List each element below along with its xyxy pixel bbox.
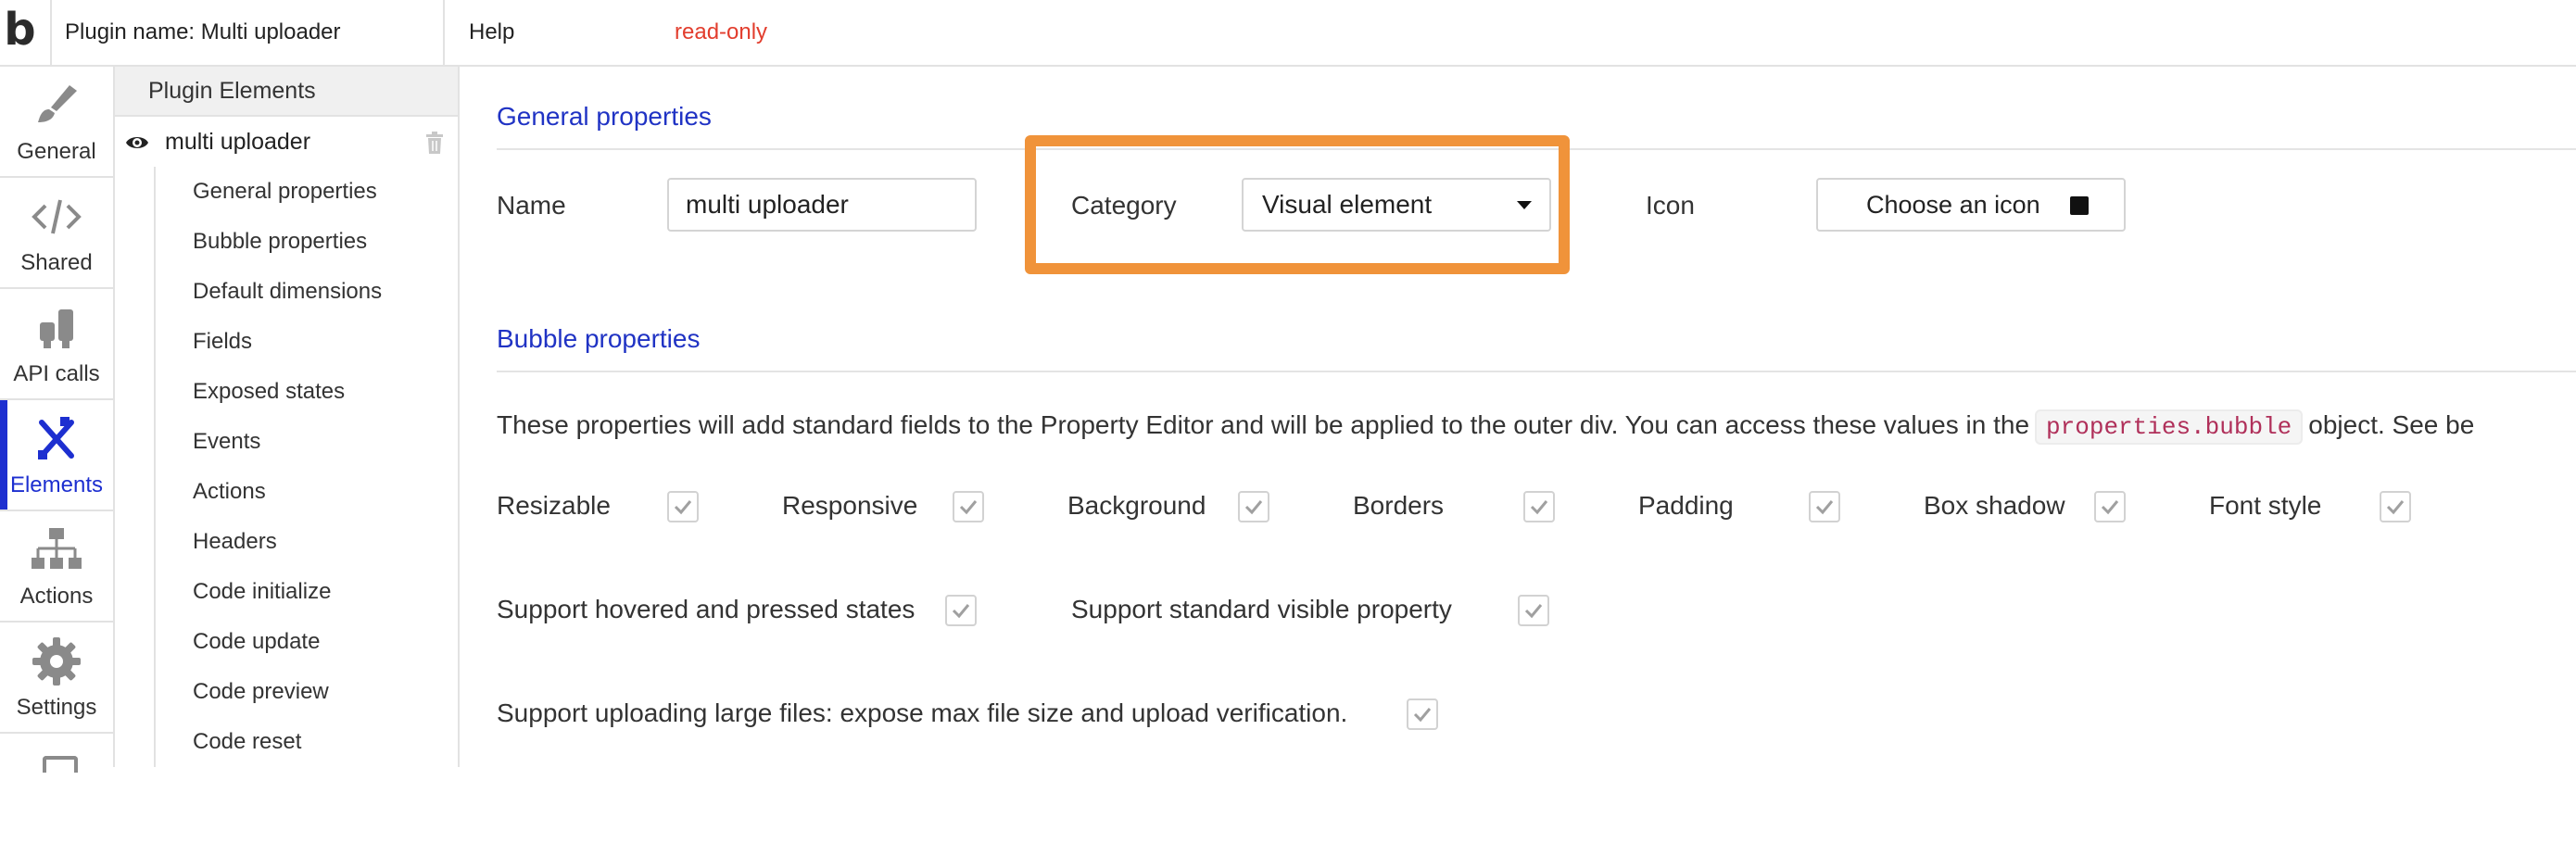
check-icon <box>1244 500 1263 515</box>
nav-label-general: General <box>17 139 96 164</box>
resizable-checkbox[interactable] <box>667 491 699 522</box>
brush-icon <box>0 78 113 135</box>
nav-item-settings[interactable]: Settings <box>0 623 113 734</box>
choose-icon-button[interactable]: Choose an icon <box>1816 178 2126 232</box>
top-bar: .b Plugin name: Multi uploader Help read… <box>0 0 2576 67</box>
description-text: These properties will add standard field… <box>497 410 2030 439</box>
background-label: Background <box>1067 491 1206 520</box>
general-properties-title: General properties <box>497 102 712 131</box>
name-label: Name <box>497 191 566 220</box>
plugin-elements-header: Plugin Elements <box>115 67 458 117</box>
icon-label: Icon <box>1646 191 1695 220</box>
padding-checkbox[interactable] <box>1809 491 1840 522</box>
category-selected-value: Visual element <box>1262 190 1433 219</box>
square-icon <box>2070 196 2089 215</box>
large-files-label: Support uploading large files: expose ma… <box>497 698 1348 727</box>
bubble-properties-description: These properties will add standard field… <box>497 409 2474 445</box>
visible-property-checkbox[interactable] <box>1518 595 1549 626</box>
font-style-checkbox[interactable] <box>2380 491 2411 522</box>
check-icon <box>674 500 692 515</box>
tree-item-events[interactable]: Events <box>193 417 260 467</box>
tree-item-default-dimensions[interactable]: Default dimensions <box>193 267 382 317</box>
gear-icon <box>0 634 113 691</box>
tree-item-actions[interactable]: Actions <box>193 467 266 517</box>
responsive-checkbox[interactable] <box>953 491 984 522</box>
name-input[interactable] <box>667 178 977 232</box>
borders-checkbox[interactable] <box>1523 491 1555 522</box>
nav-item-general[interactable]: General <box>0 67 113 178</box>
responsive-label: Responsive <box>782 491 918 520</box>
topbar-divider <box>443 0 445 65</box>
nav-item-elements[interactable]: Elements <box>0 400 113 511</box>
font-style-label: Font style <box>2209 491 2322 520</box>
plugin-name-title: Plugin name: Multi uploader <box>65 19 341 44</box>
nav-label-settings: Settings <box>16 695 97 720</box>
visible-property-label: Support standard visible property <box>1071 595 1452 623</box>
tree-item-exposed-states[interactable]: Exposed states <box>193 367 345 417</box>
trash-icon[interactable] <box>424 132 445 154</box>
help-link[interactable]: Help <box>469 0 514 65</box>
nav-label-api-calls: API calls <box>13 361 100 386</box>
check-icon <box>1413 708 1432 723</box>
tree-item-bubble-properties[interactable]: Bubble properties <box>193 217 367 267</box>
check-icon <box>1530 500 1548 515</box>
main-content: General properties Name Category Visual … <box>460 67 2576 767</box>
check-icon <box>2386 500 2405 515</box>
workflow-icon <box>0 522 113 580</box>
tree-item-code-update[interactable]: Code update <box>193 617 320 667</box>
read-only-badge: read-only <box>675 19 768 44</box>
tree-item-code-reset[interactable]: Code reset <box>193 717 301 767</box>
description-text-end: object. See be <box>2308 410 2475 439</box>
nav-item-actions[interactable]: Actions <box>0 511 113 623</box>
logo-text: .b <box>0 4 36 56</box>
nav-label-actions: Actions <box>19 584 94 609</box>
tree-item-headers[interactable]: Headers <box>193 517 277 567</box>
bubble-logo[interactable]: .b <box>0 0 52 65</box>
check-icon <box>1815 500 1834 515</box>
elements-icon <box>0 411 113 469</box>
tree-element-multi-uploader[interactable]: multi uploader <box>115 117 458 167</box>
tree-item-code-initialize[interactable]: Code initialize <box>193 567 331 617</box>
plugin-elements-title: Plugin Elements <box>148 78 316 104</box>
borders-label: Borders <box>1353 491 1445 520</box>
left-icon-nav: General Shared API calls Elements Action… <box>0 67 115 773</box>
check-icon <box>1524 604 1543 619</box>
large-files-checkbox[interactable] <box>1407 698 1438 730</box>
check-icon <box>952 604 970 619</box>
nav-label-elements: Elements <box>9 472 104 497</box>
choose-icon-label: Choose an icon <box>1866 191 2040 219</box>
hovered-pressed-label: Support hovered and pressed states <box>497 595 915 623</box>
nav-item-shared[interactable]: Shared <box>0 178 113 289</box>
properties-bubble-code: properties.bubble <box>2035 409 2304 445</box>
nav-label-shared: Shared <box>20 250 93 275</box>
plugin-elements-panel: Plugin Elements multi uploader General p… <box>115 67 460 767</box>
section-divider <box>497 371 2576 372</box>
caret-down-icon <box>1517 201 1532 209</box>
tree-item-code-preview[interactable]: Code preview <box>193 667 329 717</box>
check-icon <box>959 500 978 515</box>
box-shadow-checkbox[interactable] <box>2094 491 2126 522</box>
plug-icon <box>0 300 113 358</box>
bubble-properties-title: Bubble properties <box>497 324 701 353</box>
eye-icon[interactable] <box>124 130 150 156</box>
tree-item-general-properties[interactable]: General properties <box>193 167 377 217</box>
check-icon <box>2101 500 2119 515</box>
category-label: Category <box>1071 191 1177 220</box>
resizable-label: Resizable <box>497 491 611 520</box>
padding-label: Padding <box>1638 491 1734 520</box>
nav-item-more[interactable] <box>0 734 113 843</box>
tree-element-label: multi uploader <box>165 129 311 155</box>
nav-item-api-calls[interactable]: API calls <box>0 289 113 400</box>
tree-guide-line <box>154 167 156 767</box>
hovered-pressed-checkbox[interactable] <box>945 595 977 626</box>
box-shadow-label: Box shadow <box>1924 491 2065 520</box>
category-dropdown[interactable]: Visual element <box>1242 178 1551 232</box>
background-checkbox[interactable] <box>1238 491 1269 522</box>
more-icon <box>43 756 78 773</box>
tree-item-fields[interactable]: Fields <box>193 317 252 367</box>
code-icon <box>0 189 113 246</box>
